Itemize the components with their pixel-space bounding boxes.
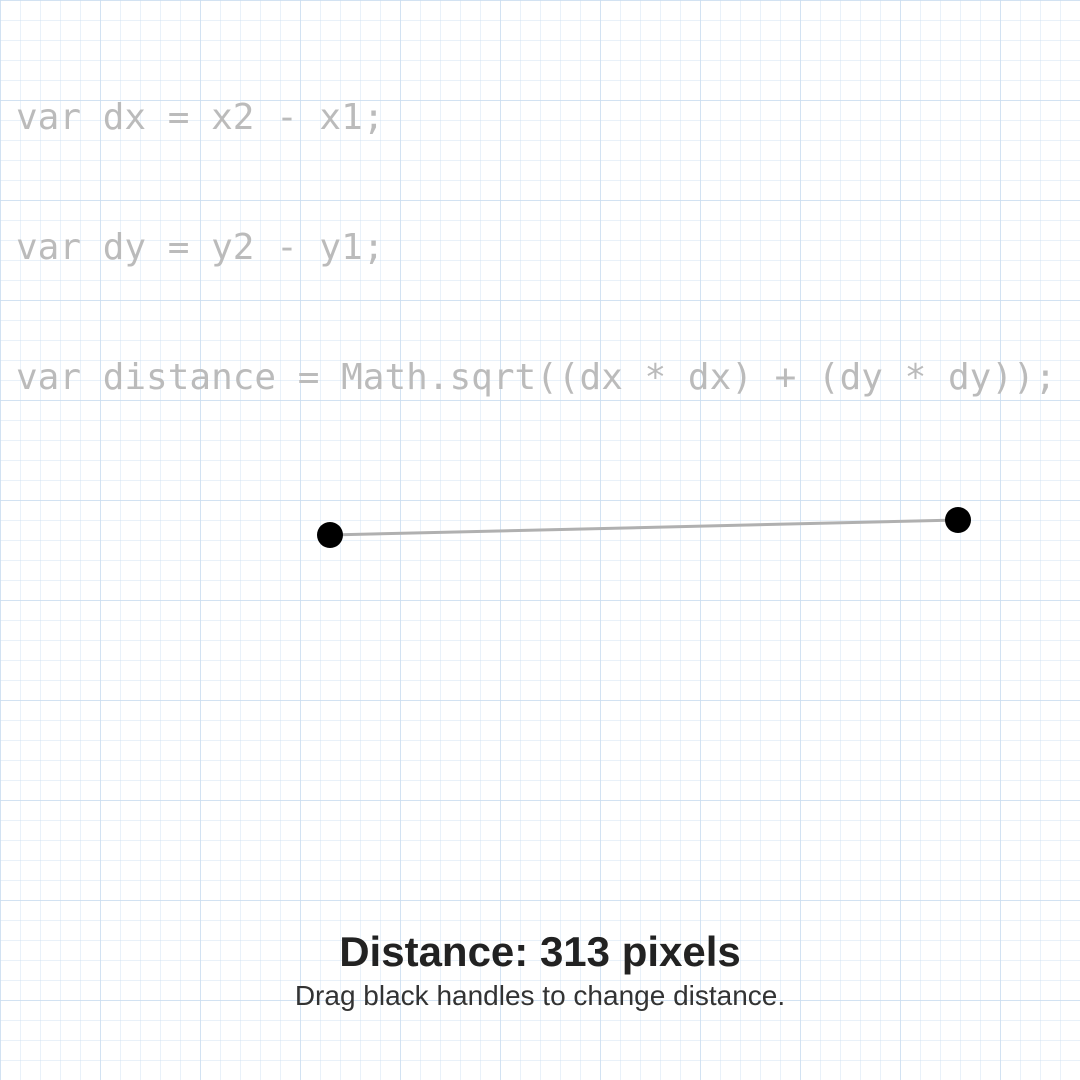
footer: Distance: 313 pixels Drag black handles … xyxy=(0,928,1080,1012)
code-line-2: var dy = y2 - y1; xyxy=(16,226,1064,269)
code-line-1: var dx = x2 - x1; xyxy=(16,96,1064,139)
code-snippet: var dx = x2 - x1; var dy = y2 - y1; var … xyxy=(16,10,1064,442)
distance-label: Distance: 313 pixels xyxy=(0,928,1080,976)
hint-label: Drag black handles to change distance. xyxy=(0,980,1080,1012)
distance-line xyxy=(330,520,958,535)
handle-point-2[interactable] xyxy=(945,507,971,533)
handle-point-1[interactable] xyxy=(317,522,343,548)
code-line-3: var distance = Math.sqrt((dx * dx) + (dy… xyxy=(16,356,1064,399)
